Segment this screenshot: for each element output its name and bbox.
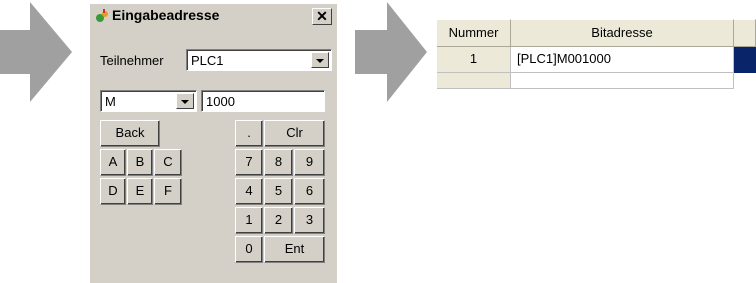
key-f[interactable]: F bbox=[154, 178, 182, 205]
key-4[interactable]: 4 bbox=[235, 178, 263, 205]
arrow-right-icon bbox=[0, 2, 72, 102]
key-2[interactable]: 2 bbox=[264, 207, 293, 234]
key-5[interactable]: 5 bbox=[264, 178, 293, 205]
participant-value: PLC1 bbox=[191, 53, 224, 68]
close-button[interactable]: ✕ bbox=[312, 8, 332, 25]
column-header-extra[interactable] bbox=[734, 19, 756, 47]
address-input-dialog: Eingabeadresse ✕ Teilnehmer PLC1 M 1000 … bbox=[90, 4, 337, 283]
back-key[interactable]: Back bbox=[100, 120, 160, 147]
dialog-title: Eingabeadresse bbox=[112, 7, 220, 23]
key-9[interactable]: 9 bbox=[294, 149, 325, 176]
chevron-down-icon[interactable] bbox=[176, 93, 194, 109]
device-type-value: M bbox=[105, 94, 116, 109]
arrow-right-icon bbox=[355, 2, 427, 102]
enter-key[interactable]: Ent bbox=[264, 236, 325, 263]
clear-key[interactable]: Clr bbox=[264, 120, 325, 147]
address-table: Nummer Bitadresse 1 [PLC1]M001000 bbox=[437, 19, 756, 89]
participant-label: Teilnehmer bbox=[100, 53, 164, 68]
key-8[interactable]: 8 bbox=[264, 149, 293, 176]
key-c[interactable]: C bbox=[154, 149, 182, 176]
dot-key[interactable]: . bbox=[235, 120, 263, 147]
selected-cell[interactable] bbox=[734, 47, 756, 73]
address-input[interactable]: 1000 bbox=[201, 90, 325, 112]
key-7[interactable]: 7 bbox=[235, 149, 263, 176]
column-header-number[interactable]: Nummer bbox=[437, 19, 511, 47]
device-type-select[interactable]: M bbox=[100, 90, 197, 112]
key-a[interactable]: A bbox=[100, 149, 126, 176]
bitaddress-cell[interactable]: [PLC1]M001000 bbox=[511, 47, 734, 73]
app-icon bbox=[96, 9, 108, 22]
key-e[interactable]: E bbox=[127, 178, 153, 205]
chevron-down-icon[interactable] bbox=[311, 52, 329, 68]
address-value: 1000 bbox=[206, 94, 235, 109]
bitaddress-cell[interactable] bbox=[511, 73, 734, 89]
key-b[interactable]: B bbox=[127, 149, 153, 176]
key-3[interactable]: 3 bbox=[294, 207, 325, 234]
key-1[interactable]: 1 bbox=[235, 207, 263, 234]
dialog-titlebar: Eingabeadresse ✕ bbox=[90, 4, 337, 28]
key-6[interactable]: 6 bbox=[294, 178, 325, 205]
row-number-cell[interactable]: 1 bbox=[437, 47, 511, 73]
key-d[interactable]: D bbox=[100, 178, 126, 205]
participant-select[interactable]: PLC1 bbox=[186, 49, 332, 71]
key-0[interactable]: 0 bbox=[235, 236, 263, 263]
row-number-cell[interactable] bbox=[437, 73, 511, 89]
column-header-bitaddress[interactable]: Bitadresse bbox=[511, 19, 734, 47]
